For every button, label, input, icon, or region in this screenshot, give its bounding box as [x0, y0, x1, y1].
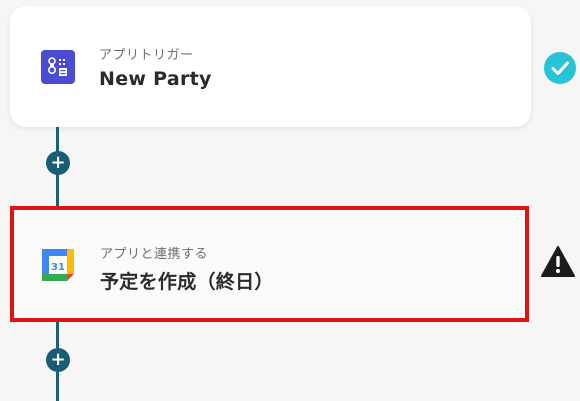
add-step-button[interactable]: +	[46, 348, 70, 372]
warning-icon	[541, 246, 575, 277]
add-step-button[interactable]: +	[46, 151, 70, 175]
step-text: アプリトリガー New Party	[99, 44, 212, 90]
step-title: New Party	[99, 68, 212, 90]
svg-text:31: 31	[51, 262, 65, 273]
step-card-trigger[interactable]: アプリトリガー New Party	[10, 6, 531, 127]
step-text: アプリと連携する 予定を作成（終日）	[100, 243, 274, 294]
step-card-action[interactable]: 31 アプリと連携する 予定を作成（終日）	[10, 206, 529, 322]
google-calendar-icon: 31	[42, 249, 74, 281]
step-subtitle: アプリトリガー	[99, 48, 194, 63]
app-trigger-icon	[41, 50, 75, 84]
step-title: 予定を作成（終日）	[100, 271, 274, 293]
check-icon	[544, 52, 576, 84]
flow-canvas: + + アプリトリガー New Party 31 アプリと連携する 予定を作成（…	[0, 0, 580, 401]
step-subtitle: アプリと連携する	[100, 247, 209, 262]
